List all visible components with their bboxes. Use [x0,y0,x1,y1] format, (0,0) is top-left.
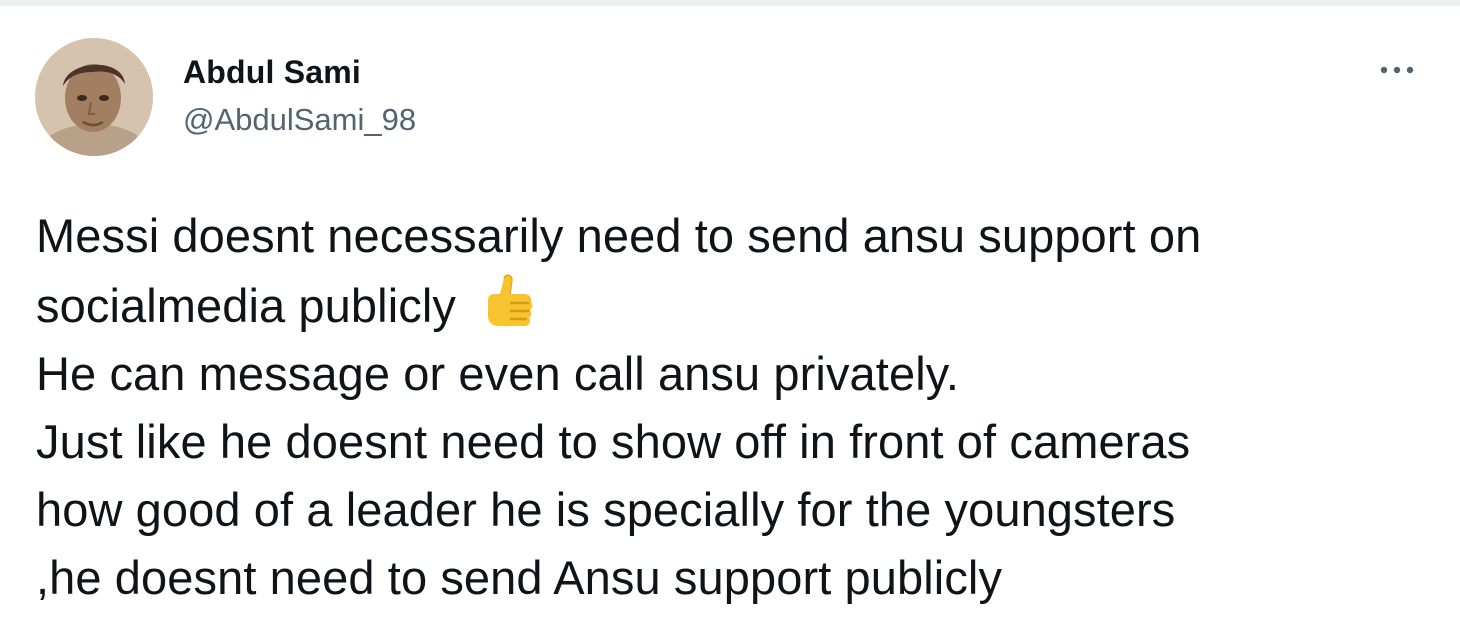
profile-photo-icon [35,38,153,156]
tweet-line: Just like he doesnt need to show off in … [36,415,1191,468]
avatar[interactable] [35,38,153,156]
tweet-line: Messi doesnt necessarily need to send an… [36,209,1202,262]
author-handle[interactable]: @AbdulSami_98 [183,100,416,140]
tweet-line: ,he doesnt need to send Ansu support pub… [36,551,1003,604]
author-name[interactable]: Abdul Sami [183,52,361,92]
tweet-card[interactable]: Abdul Sami @AbdulSami_98 Messi doesnt ne… [0,0,1460,637]
thumbs-up-icon [474,270,540,336]
tweet-line: how good of a leader he is specially for… [36,483,1176,536]
tweet-line: socialmedia publicly [36,270,1436,340]
tweet-text: Messi doesnt necessarily need to send an… [36,202,1436,612]
more-horizontal-icon [1380,66,1414,74]
more-options-button[interactable] [1374,52,1420,88]
tweet-line: He can message or even call ansu private… [36,347,960,400]
